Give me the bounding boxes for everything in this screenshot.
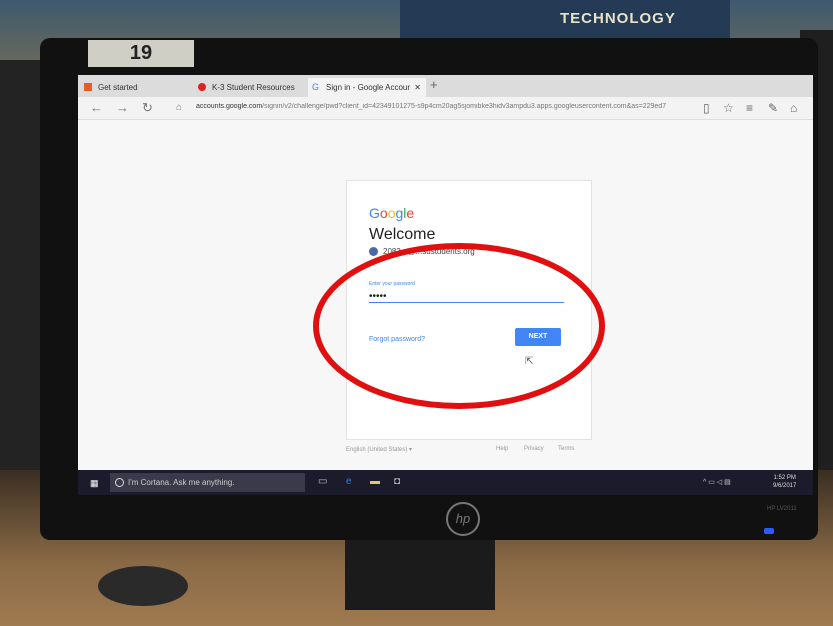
back-icon[interactable]: ← [90, 100, 103, 115]
page-footer: English (United States) ▾ Help Privacy T… [346, 446, 590, 453]
address-bar: ← → ↻ ⌂ accounts.google.com/signin/v2/ch… [78, 97, 813, 120]
google-logo: Google [369, 205, 415, 221]
store-icon[interactable]: ◘ [394, 476, 400, 487]
hub-icon[interactable]: ≡ [746, 101, 753, 115]
windows-icon [84, 83, 92, 91]
privacy-link[interactable]: Privacy [524, 446, 544, 452]
clock-date: 9/6/2017 [773, 483, 797, 489]
terms-link[interactable]: Terms [558, 446, 574, 452]
monitor-number-sticker: 19 [88, 40, 194, 67]
tab-google-signin[interactable]: G Sign in - Google Accour ✕ [308, 78, 426, 97]
url-host: accounts.google.com [196, 103, 263, 110]
account-icon [369, 247, 378, 257]
lock-icon: ⌂ [176, 102, 183, 113]
poster-text: TECHNOLOGY [560, 10, 676, 27]
share-icon[interactable]: ⌂ [790, 101, 797, 115]
google-icon: G [312, 82, 320, 92]
new-tab-icon[interactable]: + [430, 77, 438, 92]
welcome-heading: Welcome [369, 226, 436, 243]
monitor-stand [345, 540, 495, 610]
favorite-star-icon[interactable]: ☆ [723, 101, 734, 115]
language-selector[interactable]: English (United States) [346, 447, 407, 453]
tab-label: K-3 Student Resources [212, 83, 295, 92]
tab-get-started[interactable]: Get started [80, 78, 192, 97]
tab-k3-resources[interactable]: K-3 Student Resources [194, 78, 306, 97]
edge-icon[interactable]: e [346, 476, 352, 487]
reading-view-icon[interactable]: ▯ [703, 101, 710, 115]
cortana-placeholder: I'm Cortana. Ask me anything. [128, 478, 235, 487]
taskbar-clock[interactable]: 1:52 PM 9/6/2017 [773, 474, 796, 490]
url-path: /signin/v2/challenge/pwd?client_id=42349… [262, 103, 667, 110]
tab-label: Sign in - Google Accour [326, 83, 411, 92]
clock-time: 1:52 PM [773, 475, 796, 481]
cortana-search[interactable]: I'm Cortana. Ask me anything. [110, 473, 305, 492]
hp-logo: hp [446, 502, 480, 536]
file-explorer-icon[interactable]: ▬ [370, 476, 380, 487]
apple-icon [198, 83, 206, 91]
tab-bar: Get started K-3 Student Resources G Sign… [78, 75, 813, 97]
task-view-icon[interactable]: ▭ [318, 476, 327, 487]
forward-icon[interactable]: → [116, 100, 129, 115]
system-tray-icons[interactable]: ^ ▭ ◁ ▤ [703, 478, 731, 486]
web-note-icon[interactable]: ✎ [768, 101, 778, 115]
chevron-down-icon: ▾ [407, 447, 413, 453]
close-tab-icon[interactable]: ✕ [414, 78, 421, 97]
power-led [764, 528, 774, 534]
windows-start-icon[interactable]: ▦ [90, 478, 99, 489]
refresh-icon[interactable]: ↻ [142, 100, 153, 116]
cable-base [98, 566, 188, 606]
monitor-model: HP LV2011 [767, 506, 797, 512]
red-annotation-circle [313, 243, 605, 409]
taskbar: ▦ I'm Cortana. Ask me anything. ▭ e ▬ ◘ … [78, 470, 813, 495]
cortana-icon [115, 478, 124, 487]
help-link[interactable]: Help [496, 446, 508, 452]
tab-label: Get started [98, 83, 138, 92]
url-field[interactable]: accounts.google.com/signin/v2/challenge/… [196, 103, 691, 110]
